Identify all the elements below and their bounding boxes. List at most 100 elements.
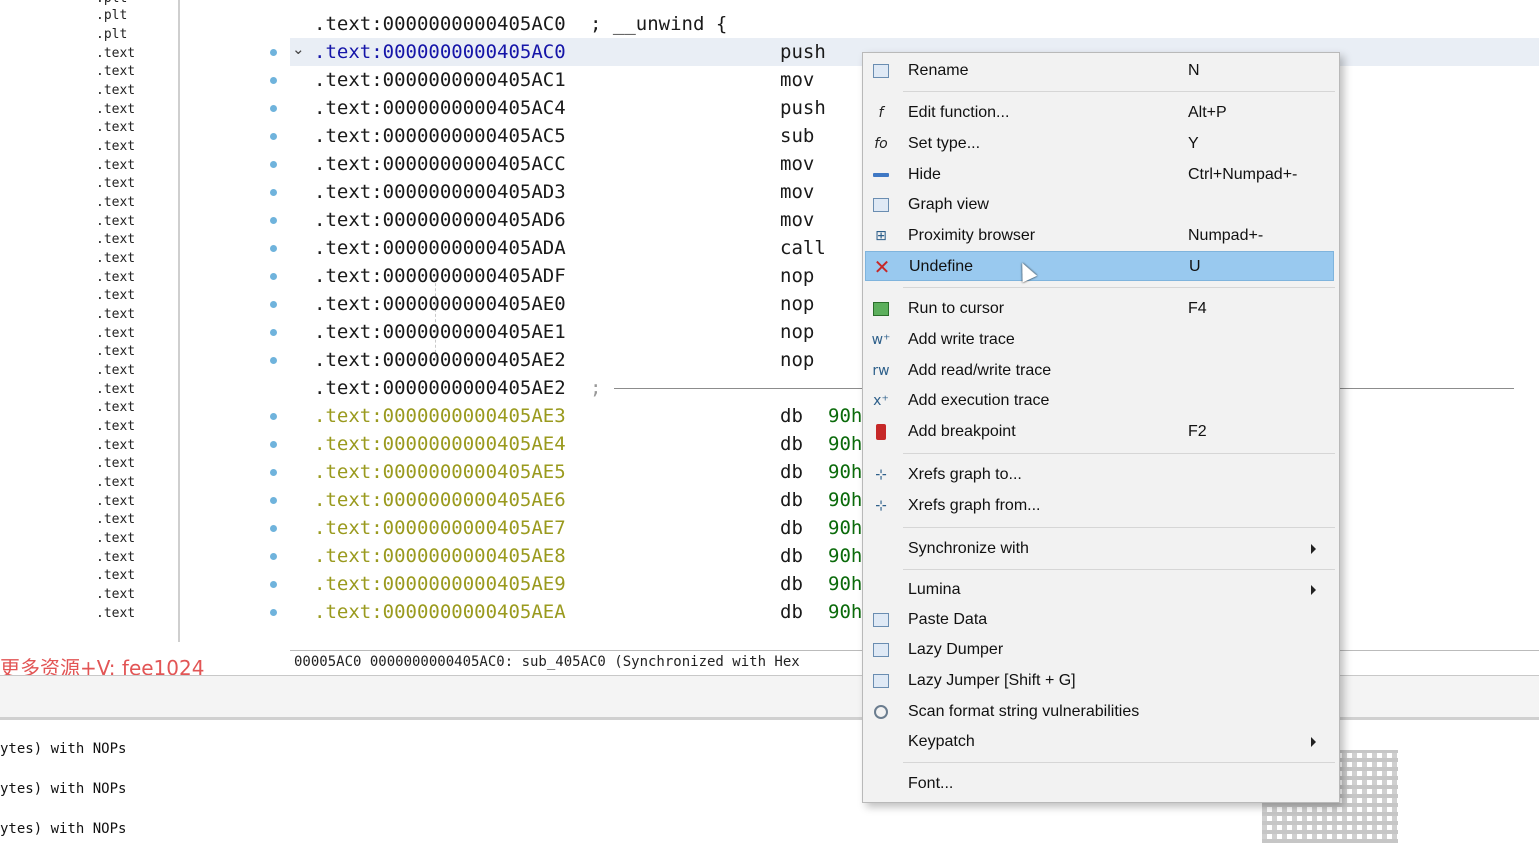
- breakpoint-dot[interactable]: [270, 357, 277, 364]
- menu-item-add-execution-trace[interactable]: x⁺ Add execution trace: [865, 386, 1334, 416]
- menu-item-run-to-cursor[interactable]: Run to cursor F4: [865, 294, 1334, 324]
- breakpoint-dot[interactable]: [270, 469, 277, 476]
- menu-item-font[interactable]: Font...: [865, 769, 1334, 799]
- segment-name[interactable]: .plt: [96, 26, 127, 44]
- operand: 90h: [828, 601, 863, 623]
- address: .text:0000000000405AE4: [314, 433, 566, 455]
- mnemonic: push: [780, 97, 826, 119]
- address: .text:0000000000405ADA: [314, 237, 566, 259]
- address: .text:0000000000405AE8: [314, 545, 566, 567]
- chevron-down-icon[interactable]: ⌄: [292, 40, 305, 58]
- segment-name[interactable]: .text: [96, 82, 135, 100]
- menu-item-graph-view[interactable]: Graph view: [865, 190, 1334, 220]
- menu-item-rename[interactable]: Rename N: [865, 56, 1334, 86]
- segment-name[interactable]: .text: [96, 101, 135, 119]
- disasm-row[interactable]: .text:0000000000405AC0 ; __unwind {: [180, 10, 1539, 38]
- scan-icon: [871, 703, 891, 721]
- breakpoint-dot[interactable]: [270, 609, 277, 616]
- breakpoint-dot[interactable]: [270, 553, 277, 560]
- breakpoint-dot[interactable]: [270, 273, 277, 280]
- menu-separator: [903, 569, 1335, 570]
- submenu-arrow-icon: [1311, 585, 1316, 595]
- segment-name[interactable]: .text: [96, 549, 135, 567]
- segment-name[interactable]: .text: [96, 493, 135, 511]
- menu-item-label: Hide: [908, 166, 941, 183]
- breakpoint-dot[interactable]: [270, 49, 277, 56]
- comment: ;: [590, 377, 602, 399]
- segment-name[interactable]: .text: [96, 45, 135, 63]
- segment-name[interactable]: .text: [96, 567, 135, 585]
- menu-item-synchronize-with[interactable]: Synchronize with: [865, 534, 1334, 564]
- breakpoint-dot[interactable]: [270, 441, 277, 448]
- segment-name[interactable]: .text: [96, 474, 135, 492]
- menu-separator: [903, 527, 1335, 528]
- breakpoint-dot[interactable]: [270, 497, 277, 504]
- menu-item-label: Xrefs graph from...: [908, 497, 1041, 514]
- segment-name[interactable]: .text: [96, 511, 135, 529]
- breakpoint-dot[interactable]: [270, 217, 277, 224]
- plugin-icon: [871, 641, 891, 659]
- menu-item-label: Undefine: [909, 258, 974, 275]
- menu-item-proximity-browser[interactable]: ⊞ Proximity browser Numpad+-: [865, 221, 1334, 251]
- menu-item-add-write-trace[interactable]: w⁺ Add write trace: [865, 325, 1334, 355]
- segment-name[interactable]: .text: [96, 343, 135, 361]
- breakpoint-dot[interactable]: [270, 301, 277, 308]
- segment-name[interactable]: .text: [96, 306, 135, 324]
- breakpoint-dot[interactable]: [270, 581, 277, 588]
- menu-item-keypatch[interactable]: Keypatch: [865, 727, 1334, 757]
- undefine-x-icon: ✕: [873, 255, 891, 279]
- segment-name[interactable]: .text: [96, 194, 135, 212]
- menu-item-lumina[interactable]: Lumina: [865, 575, 1334, 605]
- breakpoint-dot[interactable]: [270, 161, 277, 168]
- segment-name[interactable]: .text: [96, 455, 135, 473]
- breakpoint-dot[interactable]: [270, 329, 277, 336]
- segment-name[interactable]: .text: [96, 119, 135, 137]
- segment-name[interactable]: .text: [96, 437, 135, 455]
- segment-name[interactable]: .text: [96, 381, 135, 399]
- menu-item-xrefs-graph-from[interactable]: ⊹ Xrefs graph from...: [865, 491, 1334, 521]
- segment-name[interactable]: .text: [96, 213, 135, 231]
- menu-separator: [903, 762, 1335, 763]
- menu-item-xrefs-graph-to[interactable]: ⊹ Xrefs graph to...: [865, 460, 1334, 490]
- menu-item-shortcut: U: [1189, 258, 1201, 275]
- read-write-trace-icon: rw: [872, 363, 890, 379]
- address: .text:0000000000405AE0: [314, 293, 566, 315]
- menu-item-lazy-jumper[interactable]: Lazy Jumper [Shift + G]: [865, 666, 1334, 696]
- breakpoint-dot[interactable]: [270, 413, 277, 420]
- menu-item-add-read-write-trace[interactable]: rw Add read/write trace: [865, 356, 1334, 386]
- segment-name[interactable]: .text: [96, 231, 135, 249]
- segment-name[interactable]: .text: [96, 269, 135, 287]
- menu-item-undefine[interactable]: ✕ Undefine U: [865, 251, 1334, 281]
- execution-trace-icon: x⁺: [873, 393, 889, 409]
- segment-name[interactable]: .text: [96, 287, 135, 305]
- segment-name[interactable]: .text: [96, 325, 135, 343]
- segment-name[interactable]: .text: [96, 586, 135, 604]
- breakpoint-dot[interactable]: [270, 133, 277, 140]
- segment-name[interactable]: .text: [96, 530, 135, 548]
- menu-item-edit-function[interactable]: f Edit function... Alt+P: [865, 98, 1334, 128]
- menu-item-lazy-dumper[interactable]: Lazy Dumper: [865, 635, 1334, 665]
- segment-name[interactable]: .text: [96, 138, 135, 156]
- segment-name[interactable]: .text: [96, 399, 135, 417]
- segment-name[interactable]: .text: [96, 418, 135, 436]
- menu-item-scan-format-string[interactable]: Scan format string vulnerabilities: [865, 697, 1334, 727]
- menu-item-hide[interactable]: Hide Ctrl+Numpad+-: [865, 160, 1334, 190]
- breakpoint-dot[interactable]: [270, 245, 277, 252]
- menu-item-paste-data[interactable]: Paste Data: [865, 605, 1334, 635]
- mnemonic: nop: [780, 265, 815, 287]
- segment-name[interactable]: .text: [96, 362, 135, 380]
- segment-name[interactable]: .text: [96, 157, 135, 175]
- menu-item-set-type[interactable]: fo Set type... Y: [865, 129, 1334, 159]
- xrefs-to-icon: ⊹: [875, 467, 887, 483]
- breakpoint-dot[interactable]: [270, 189, 277, 196]
- segment-name[interactable]: .text: [96, 63, 135, 81]
- segment-name[interactable]: .text: [96, 250, 135, 268]
- breakpoint-dot[interactable]: [270, 525, 277, 532]
- segment-name[interactable]: .plt: [96, 7, 127, 25]
- address: .text:0000000000405AE5: [314, 461, 566, 483]
- breakpoint-dot[interactable]: [270, 105, 277, 112]
- segment-name[interactable]: .text: [96, 175, 135, 193]
- menu-item-add-breakpoint[interactable]: Add breakpoint F2: [865, 417, 1334, 447]
- segment-name[interactable]: .text: [96, 605, 135, 623]
- breakpoint-dot[interactable]: [270, 77, 277, 84]
